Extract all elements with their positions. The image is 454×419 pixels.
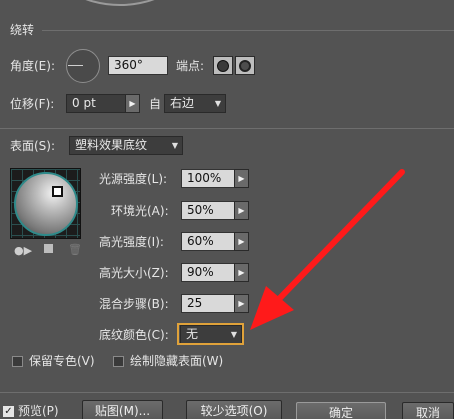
light-intensity-label: 光源强度(L): [99, 172, 168, 186]
triangle-right-icon: ▶ [238, 299, 245, 308]
angle-dial[interactable] [66, 49, 100, 83]
triangle-right-icon: ▶ [238, 237, 245, 246]
endpoint-label: 端点: [176, 59, 205, 73]
angle-label: 角度(E): [10, 59, 55, 73]
delete-light-icon[interactable]: 🗑 [68, 242, 82, 258]
light-intensity-input[interactable]: 100% [181, 169, 235, 188]
angle-input[interactable]: 360° [108, 56, 168, 75]
lighting-preview[interactable] [10, 168, 81, 239]
annotation-highlight-box [177, 323, 244, 345]
shading-color-label: 底纹颜色(C): [99, 328, 169, 342]
ambient-spin[interactable]: ▶ [234, 201, 249, 220]
triangle-right-icon: ▶ [238, 268, 245, 277]
highlight-intensity-spin[interactable]: ▶ [234, 232, 249, 251]
highlight-size-spin[interactable]: ▶ [234, 263, 249, 282]
cancel-button[interactable]: 取消 [402, 402, 454, 419]
triangle-right-icon: ▶ [129, 99, 136, 108]
preserve-spot-checkbox[interactable] [12, 356, 23, 367]
ambient-input[interactable]: 50% [181, 201, 235, 220]
surface-select-value: 塑料效果底纹 [75, 138, 148, 152]
endpoint-closed-icon [239, 59, 251, 72]
fewer-options-button[interactable]: 较少选项(O) [186, 400, 282, 419]
annotation-arrow-head [250, 286, 294, 330]
from-select[interactable]: 右边 ▼ [164, 94, 226, 113]
preview-checkbox[interactable] [3, 406, 14, 417]
endpoint-open-icon [217, 59, 229, 72]
rotation-divider [42, 30, 454, 31]
triangle-right-icon: ▶ [238, 174, 245, 183]
draw-hidden-label: 绘制隐藏表面(W) [130, 354, 224, 368]
draw-hidden-checkbox[interactable] [113, 356, 124, 367]
new-light-icon[interactable] [44, 244, 53, 253]
preserve-spot-label: 保留专色(V) [29, 354, 95, 368]
preview-label: 预览(P) [18, 404, 59, 418]
from-select-value: 右边 [170, 96, 195, 110]
move-light-back-icon[interactable]: ●▶ [14, 243, 32, 259]
offset-label: 位移(F): [10, 97, 55, 111]
surface-divider [0, 128, 454, 129]
offset-input[interactable]: 0 pt [66, 94, 126, 113]
highlight-intensity-label: 高光强度(I): [99, 235, 164, 249]
blend-steps-input[interactable]: 25 [181, 294, 235, 313]
chevron-down-icon: ▼ [214, 99, 221, 108]
triangle-right-icon: ▶ [238, 206, 245, 215]
footer-divider [0, 392, 454, 393]
from-label: 自 [149, 97, 162, 111]
light-intensity-spin[interactable]: ▶ [234, 169, 249, 188]
annotation-arrow-shaft [275, 169, 405, 303]
endpoint-open-button[interactable] [213, 56, 233, 75]
light-source-handle[interactable] [52, 186, 63, 197]
blend-steps-spin[interactable]: ▶ [234, 294, 249, 313]
surface-select[interactable]: 塑料效果底纹 ▼ [69, 136, 183, 155]
ambient-label: 环境光(A): [111, 204, 169, 218]
rotation-section-title: 绕转 [10, 23, 35, 37]
blend-steps-label: 混合步骤(B): [99, 297, 169, 311]
shaded-sphere [14, 172, 78, 236]
offset-spin-button[interactable]: ▶ [125, 94, 140, 113]
surface-label: 表面(S): [10, 139, 56, 153]
chevron-down-icon: ▼ [171, 141, 178, 150]
ok-button[interactable]: 确定 [296, 402, 386, 419]
highlight-size-label: 高光大小(Z): [99, 266, 169, 280]
highlight-intensity-input[interactable]: 60% [181, 232, 235, 251]
rotation-preview-dial[interactable] [50, 0, 190, 6]
highlight-size-input[interactable]: 90% [181, 263, 235, 282]
map-button[interactable]: 贴图(M)... [82, 400, 163, 419]
endpoint-closed-button[interactable] [235, 56, 255, 75]
